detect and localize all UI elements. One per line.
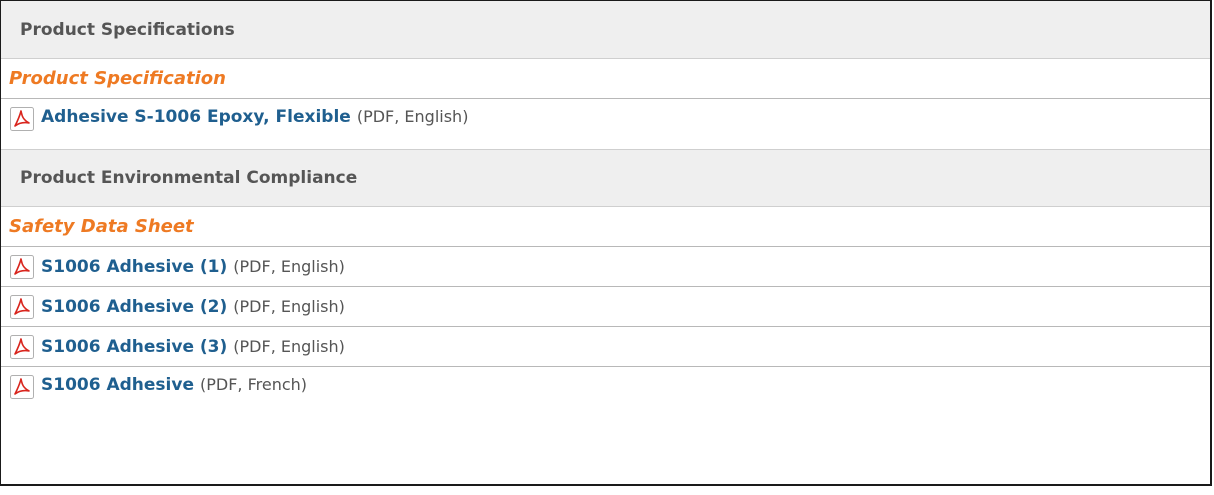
- document-link[interactable]: S1006 Adhesive (2): [41, 297, 227, 317]
- document-row: S1006 Adhesive (3) (PDF, English): [1, 327, 1210, 367]
- document-meta: (PDF, French): [200, 375, 308, 394]
- document-row: Adhesive S-1006 Epoxy, Flexible (PDF, En…: [1, 99, 1210, 149]
- pdf-icon[interactable]: [9, 375, 35, 399]
- document-meta: (PDF, English): [356, 107, 469, 126]
- pdf-icon[interactable]: [9, 254, 35, 279]
- pdf-icon[interactable]: [9, 294, 35, 319]
- document-row: S1006 Adhesive (1) (PDF, English): [1, 247, 1210, 287]
- category-label: Product Specification: [9, 68, 226, 89]
- category-product-specification: Product Specification: [1, 59, 1210, 99]
- document-meta: (PDF, English): [233, 257, 345, 276]
- document-meta: (PDF, English): [233, 297, 345, 316]
- document-link[interactable]: S1006 Adhesive: [41, 375, 194, 395]
- section-header-environmental-compliance: Product Environmental Compliance: [1, 149, 1210, 207]
- document-link[interactable]: Adhesive S-1006 Epoxy, Flexible: [41, 107, 351, 127]
- section-header-product-specifications: Product Specifications: [1, 1, 1210, 59]
- section-header-label: Product Specifications: [20, 19, 235, 40]
- category-safety-data-sheet: Safety Data Sheet: [1, 207, 1210, 247]
- documents-panel: Product Specifications Product Specifica…: [0, 0, 1212, 486]
- document-row: S1006 Adhesive (2) (PDF, English): [1, 287, 1210, 327]
- document-meta: (PDF, English): [233, 337, 345, 356]
- document-row: S1006 Adhesive (PDF, French): [1, 367, 1210, 423]
- document-link[interactable]: S1006 Adhesive (1): [41, 257, 227, 277]
- section-header-label: Product Environmental Compliance: [20, 168, 358, 188]
- category-label: Safety Data Sheet: [9, 216, 194, 237]
- document-link[interactable]: S1006 Adhesive (3): [41, 337, 227, 357]
- pdf-icon[interactable]: [9, 107, 35, 131]
- pdf-icon[interactable]: [9, 334, 35, 359]
